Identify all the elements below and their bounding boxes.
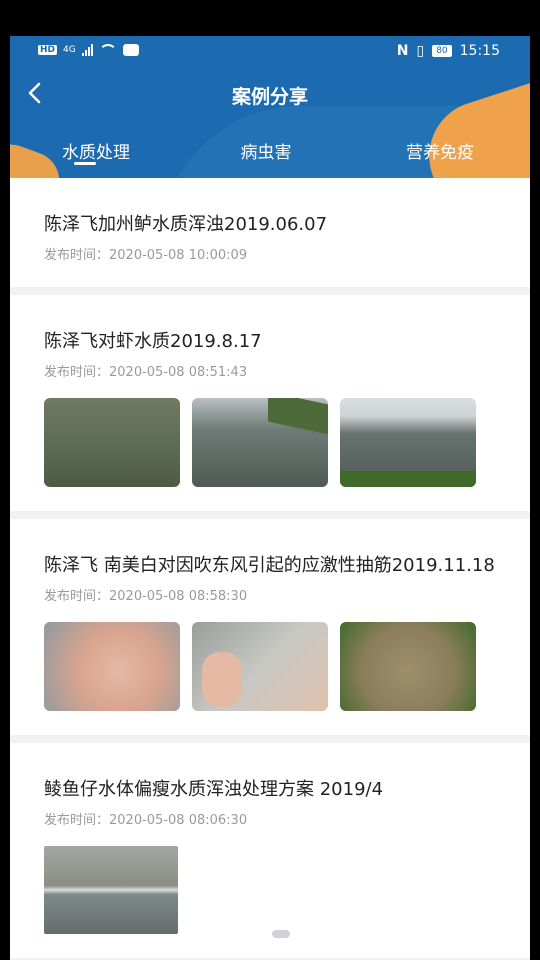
nfc-icon: N <box>396 43 409 59</box>
article-list: 陈泽飞加州鲈水质浑浊2019.06.07 发布时间：2020-05-08 10:… <box>10 178 530 958</box>
status-bar: HD 4G N ▯ 80 15:15 <box>10 36 530 66</box>
shrimp-in-hand-photo[interactable] <box>44 622 180 711</box>
scroll-indicator <box>272 930 290 938</box>
pond-aerator-photo[interactable] <box>340 398 476 487</box>
article-card[interactable]: 鲮鱼仔水体偏瘦水质浑浊处理方案 2019/4 发布时间：2020-05-08 0… <box>10 743 530 958</box>
article-images <box>44 846 496 934</box>
article-card[interactable]: 陈泽飞加州鲈水质浑浊2019.06.07 发布时间：2020-05-08 10:… <box>10 178 530 287</box>
wifi-icon <box>98 44 117 56</box>
notification-icon <box>122 44 139 56</box>
article-card[interactable]: 陈泽飞 南美白对因吹东风引起的应激性抽筋2019.11.18 发布时间：2020… <box>10 519 530 735</box>
tab-pests[interactable]: 病虫害 <box>196 138 336 163</box>
tab-active-indicator <box>74 162 96 165</box>
article-title: 陈泽飞 南美白对因吹东风引起的应激性抽筋2019.11.18 <box>44 555 495 576</box>
tab-water-quality[interactable]: 水质处理 <box>26 138 166 163</box>
header: HD 4G N ▯ 80 15:15 案例分享 水质处理 病虫害 营养免疫 <box>10 36 530 178</box>
shrimp-in-pan-photo[interactable] <box>340 622 476 711</box>
article-title: 陈泽飞对虾水质2019.8.17 <box>44 331 262 352</box>
tab-bar: 水质处理 病虫害 营养免疫 <box>10 132 530 178</box>
article-title: 鲮鱼仔水体偏瘦水质浑浊处理方案 2019/4 <box>44 779 384 800</box>
pond-water-photo[interactable] <box>44 398 180 487</box>
article-images <box>44 622 496 711</box>
article-time: 发布时间：2020-05-08 10:00:09 <box>44 248 248 263</box>
article-title: 陈泽飞加州鲈水质浑浊2019.06.07 <box>44 214 328 235</box>
article-time: 发布时间：2020-05-08 08:58:30 <box>44 589 248 604</box>
page-title: 案例分享 <box>231 86 308 108</box>
vibrate-icon: ▯ <box>416 43 425 59</box>
signal-icon <box>81 44 93 56</box>
battery-icon: 80 <box>432 45 452 57</box>
pond-collage-photo[interactable] <box>44 846 178 934</box>
network-type: 4G <box>63 45 76 55</box>
article-time: 发布时间：2020-05-08 08:51:43 <box>44 365 248 380</box>
hd-badge: HD <box>38 45 58 55</box>
app-screen: HD 4G N ▯ 80 15:15 案例分享 水质处理 病虫害 营养免疫 陈泽… <box>10 36 530 960</box>
shrimp-held-photo[interactable] <box>192 622 328 711</box>
pond-bank-photo[interactable] <box>192 398 328 487</box>
article-time: 发布时间：2020-05-08 08:06:30 <box>44 813 248 828</box>
article-images <box>44 398 496 487</box>
clock: 15:15 <box>459 43 500 59</box>
tab-nutrition[interactable]: 营养免疫 <box>370 138 510 163</box>
article-card[interactable]: 陈泽飞对虾水质2019.8.17 发布时间：2020-05-08 08:51:4… <box>10 295 530 511</box>
